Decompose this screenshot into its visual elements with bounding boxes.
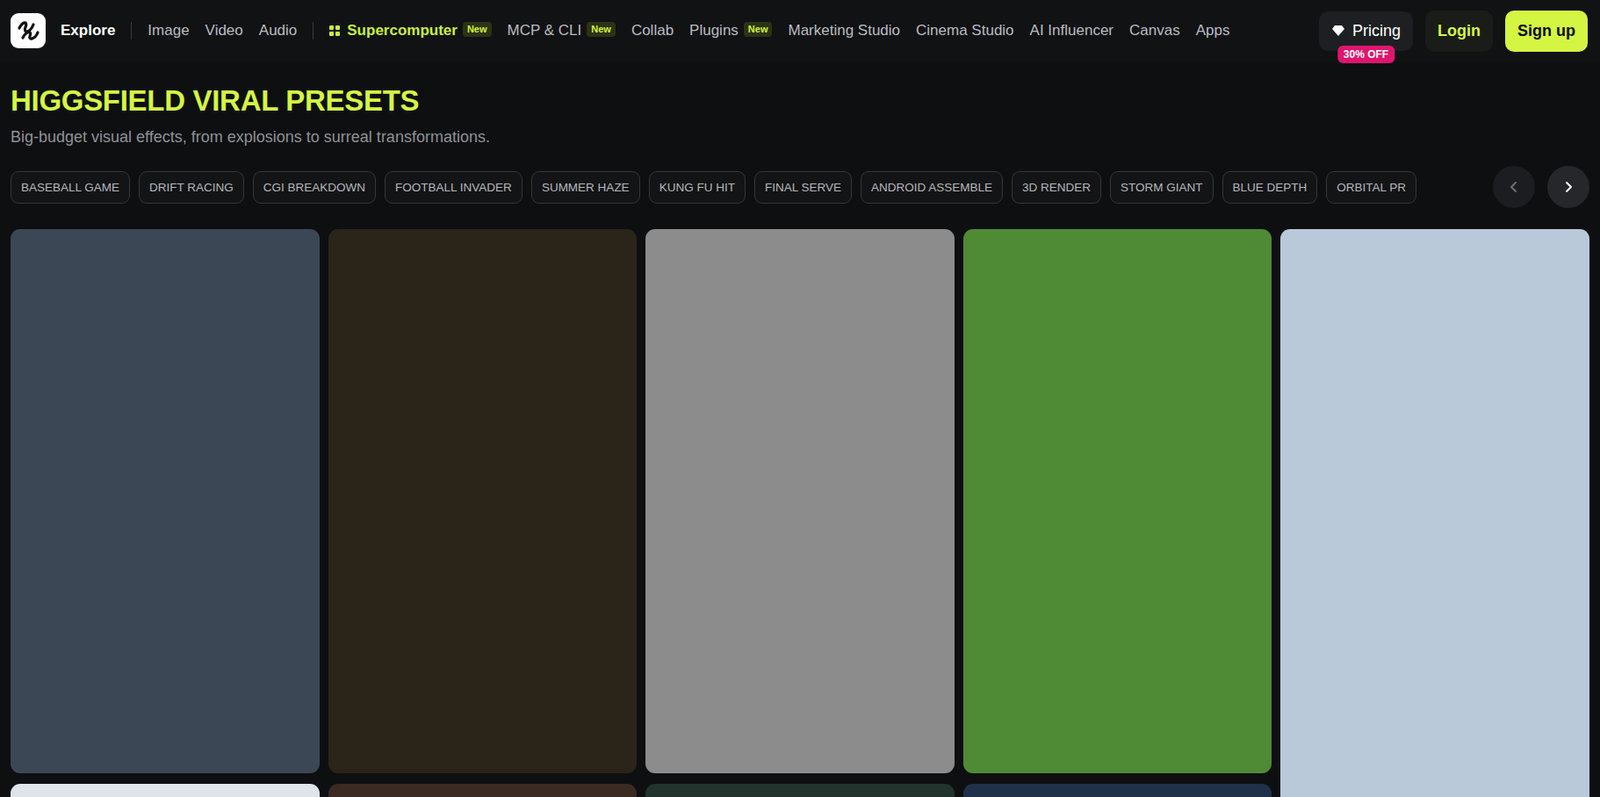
preset-chip[interactable]: DRIFT RACING [138,171,245,204]
preset-card[interactable] [645,784,955,797]
grid-icon [329,25,340,37]
nav-label: AI Influencer [1030,21,1114,40]
next-button[interactable] [1547,165,1590,209]
preset-chip[interactable]: STORM GIANT [1109,171,1214,204]
nav-label: Image [147,21,189,40]
signup-button[interactable]: Sign up [1505,10,1588,52]
grid-column [963,229,1273,797]
nav-item[interactable]: MCP & CLI New [507,21,616,40]
nav-item[interactable]: Supercomputer New [329,21,491,40]
nav-label: Audio [259,21,297,40]
prev-button[interactable] [1492,165,1536,209]
section-header: HIGGSFIELD VIRAL PRESETS Big-budget visu… [0,61,1600,147]
preset-chips: BASEBALL GAMEDRIFT RACINGCGI BREAKDOWNFO… [10,171,1481,204]
section-subtitle: Big-budget visual effects, from explosio… [10,128,1590,147]
preset-card[interactable] [10,229,320,774]
nav-separator [130,21,132,40]
preset-chip[interactable]: KUNG FU HIT [648,171,746,204]
nav-item[interactable]: Image [147,21,189,40]
nav-label: Cinema Studio [915,21,1015,40]
nav-label: Plugins [689,21,739,40]
page: Explore Image Video Audio Supercomputer … [0,0,1600,797]
nav-label: Supercomputer [346,21,458,40]
logo-icon[interactable] [10,13,46,49]
nav-item[interactable]: Collab [631,21,674,40]
nav-label: Explore [60,21,116,40]
diamond-icon [1331,24,1346,37]
chevron-left-icon [1506,180,1521,195]
preset-card[interactable] [328,229,638,774]
discount-badge: 30% OFF [1337,45,1395,64]
new-badge: New [462,21,492,37]
chevron-right-icon [1561,180,1576,195]
preset-filter-bar: BASEBALL GAMEDRIFT RACINGCGI BREAKDOWNFO… [0,146,1600,209]
preset-card[interactable] [328,784,638,797]
preset-grid [0,208,1600,797]
nav-item[interactable]: Video [205,21,244,40]
preset-chip[interactable]: BASEBALL GAME [10,171,130,204]
grid-column [10,229,320,797]
nav-item[interactable]: Plugins New [689,21,772,40]
preset-card[interactable] [645,229,955,774]
nav-label: Video [205,21,244,40]
top-nav: Explore Image Video Audio Supercomputer … [0,0,1600,62]
nav-item[interactable]: Canvas [1129,21,1181,40]
nav-item[interactable]: Apps [1196,21,1231,40]
nav-item[interactable]: Audio [259,21,297,40]
preset-card[interactable] [963,229,1273,774]
grid-column [645,229,955,797]
preset-chip[interactable]: FINAL SERVE [754,171,852,204]
nav-item[interactable]: Explore [60,21,116,40]
grid-column [328,229,638,797]
preset-card[interactable] [10,784,320,797]
preset-chip[interactable]: CGI BREAKDOWN [252,171,376,204]
preset-card[interactable] [963,784,1273,797]
preset-chip[interactable]: ORBITAL PR [1326,171,1417,204]
nav-label: Collab [631,21,674,40]
nav-item[interactable]: AI Influencer [1030,21,1114,40]
nav-item[interactable]: Marketing Studio [787,21,901,40]
new-badge: New [586,21,616,37]
grid-column [1280,229,1590,797]
nav-links: Explore Image Video Audio Supercomputer … [60,21,1230,40]
nav-label: Marketing Studio [787,21,901,40]
preset-chip[interactable]: 3D RENDER [1011,171,1102,204]
nav-label: MCP & CLI [507,21,583,40]
preset-chip[interactable]: FOOTBALL INVADER [384,171,523,204]
nav-label: Apps [1196,21,1231,40]
pricing-button[interactable]: Pricing 30% OFF [1318,11,1413,51]
preset-chip[interactable]: SUMMER HAZE [531,171,641,204]
section-title: HIGGSFIELD VIRAL PRESETS [10,84,1590,118]
nav-separator [312,21,314,40]
account-actions: Pricing 30% OFF Login Sign up [1318,10,1588,52]
nav-label: Canvas [1129,21,1181,40]
preset-chip[interactable]: ANDROID ASSEMBLE [860,171,1003,204]
new-badge: New [743,21,773,37]
login-button[interactable]: Login [1425,10,1493,52]
preset-chip[interactable]: BLUE DEPTH [1222,171,1319,204]
preset-card[interactable] [1280,229,1590,797]
nav-item[interactable]: Cinema Studio [915,21,1015,40]
